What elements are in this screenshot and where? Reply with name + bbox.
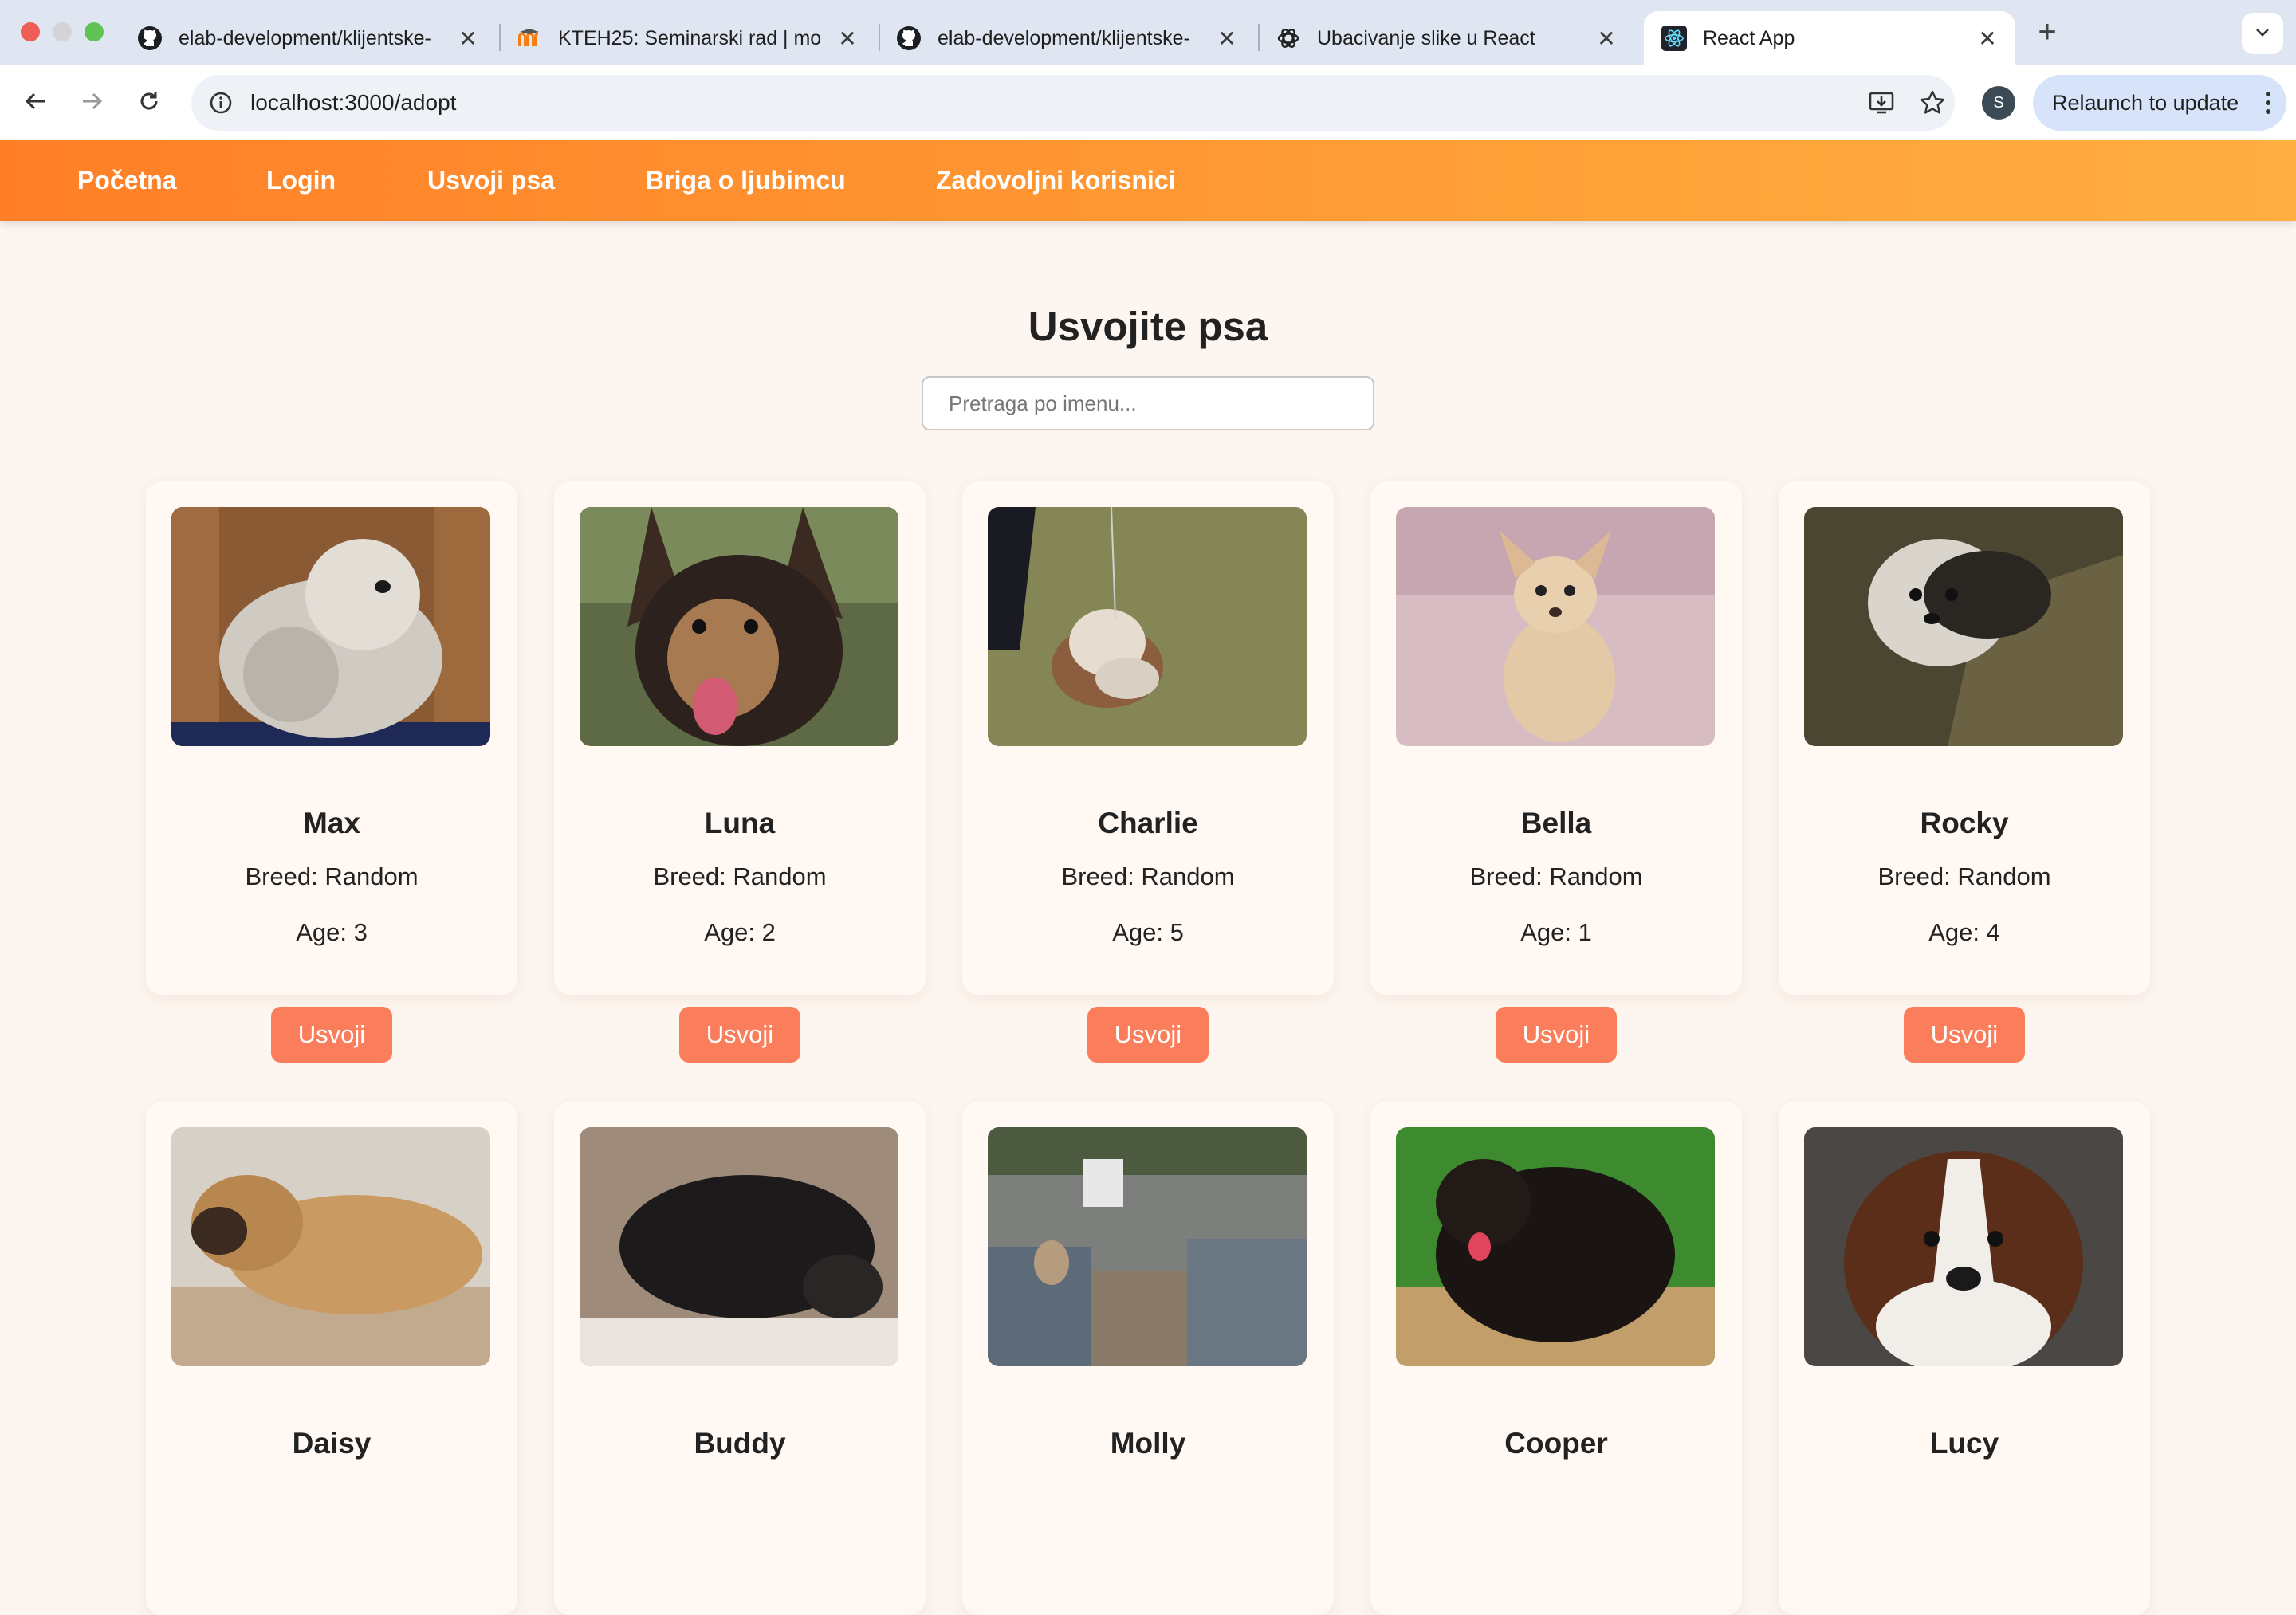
- moodle-icon: [517, 26, 542, 51]
- url-text: localhost:3000/adopt: [250, 90, 457, 115]
- install-app-icon[interactable]: [1864, 85, 1899, 120]
- github-icon: [896, 26, 922, 51]
- dog-card: Max Breed: Random Age: 3: [146, 481, 517, 995]
- dog-photo: [1396, 507, 1715, 746]
- close-tab-icon[interactable]: ✕: [456, 26, 480, 52]
- dog-card: Charlie Breed: Random Age: 5: [962, 481, 1334, 995]
- browser-toolbar: localhost:3000/adopt S Relaunch to updat…: [0, 65, 2296, 140]
- browser-tab[interactable]: elab-development/klijentske- ✕: [120, 11, 496, 65]
- close-window-button[interactable]: [21, 22, 40, 41]
- page-title: Usvojite psa: [1028, 304, 1268, 349]
- tab-title: elab-development/klijentske-: [938, 26, 1190, 49]
- address-bar[interactable]: localhost:3000/adopt: [191, 75, 1955, 131]
- dog-breed: Breed: Random: [1469, 863, 1643, 890]
- dog-age: Age: 1: [1520, 918, 1592, 946]
- dog-photo: [580, 1127, 898, 1366]
- dog-breed: Breed: Random: [245, 863, 419, 890]
- dog-photo: [1396, 1127, 1715, 1366]
- nav-link-login[interactable]: Login: [266, 166, 336, 195]
- maximize-window-button[interactable]: [85, 22, 104, 41]
- nav-link-pet-care[interactable]: Briga o ljubimcu: [646, 166, 846, 195]
- dog-name: Max: [303, 807, 360, 839]
- relaunch-button[interactable]: Relaunch to update: [2033, 75, 2286, 131]
- tab-search-button[interactable]: [2242, 13, 2283, 54]
- chevron-down-icon: [2253, 22, 2272, 45]
- dog-breed: Breed: Random: [1061, 863, 1235, 890]
- dog-photo: [988, 507, 1307, 746]
- back-button[interactable]: [18, 84, 54, 121]
- relaunch-label: Relaunch to update: [2052, 90, 2239, 115]
- dog-photo: [1804, 1127, 2123, 1366]
- nav-link-adopt[interactable]: Usvoji psa: [427, 166, 555, 195]
- github-icon: [137, 26, 163, 51]
- tab-title: Ubacivanje slike u React: [1317, 26, 1535, 49]
- adopt-button[interactable]: Usvoji: [1087, 1007, 1209, 1063]
- close-tab-icon[interactable]: ✕: [1976, 26, 1999, 52]
- browser-tab-strip: elab-development/klijentske- ✕ KTEH25: S…: [0, 0, 2296, 65]
- dog-card: Cooper: [1370, 1102, 1742, 1615]
- dog-name: Molly: [1110, 1427, 1186, 1460]
- adopt-button[interactable]: Usvoji: [1496, 1007, 1617, 1063]
- dog-age: Age: 2: [704, 918, 776, 946]
- dog-name: Charlie: [1098, 807, 1198, 839]
- site-info-icon[interactable]: [202, 84, 239, 121]
- close-tab-icon[interactable]: ✕: [835, 26, 859, 52]
- adopt-button[interactable]: Usvoji: [1904, 1007, 2025, 1063]
- bookmark-star-icon[interactable]: [1915, 85, 1950, 120]
- browser-tab[interactable]: elab-development/klijentske- ✕: [879, 11, 1255, 65]
- nav-link-home[interactable]: Početna: [77, 166, 176, 195]
- dog-breed: Breed: Random: [653, 863, 827, 890]
- tab-title: KTEH25: Seminarski rad | mo: [558, 26, 822, 49]
- dog-age: Age: 4: [1928, 918, 2000, 946]
- dog-age: Age: 3: [296, 918, 368, 946]
- search-input[interactable]: [922, 376, 1374, 430]
- react-icon: [1661, 26, 1687, 51]
- dog-photo: [171, 507, 490, 746]
- dog-photo: [1804, 507, 2123, 746]
- dog-card: Molly: [962, 1102, 1334, 1615]
- dog-photo: [988, 1127, 1307, 1366]
- dog-card: Bella Breed: Random Age: 1: [1370, 481, 1742, 995]
- arrow-right-icon: [79, 88, 104, 118]
- dog-card: Daisy: [146, 1102, 517, 1615]
- dog-card: Buddy: [554, 1102, 926, 1615]
- browser-tab[interactable]: Ubacivanje slike u React ✕: [1258, 11, 1634, 65]
- dog-card: Rocky Breed: Random Age: 4: [1779, 481, 2150, 995]
- close-tab-icon[interactable]: ✕: [1215, 26, 1239, 52]
- dog-age: Age: 5: [1112, 918, 1184, 946]
- new-tab-button[interactable]: +: [2031, 14, 2063, 51]
- close-tab-icon[interactable]: ✕: [1594, 26, 1618, 52]
- adopt-button[interactable]: Usvoji: [679, 1007, 800, 1063]
- dog-name: Rocky: [1920, 807, 2009, 839]
- dog-name: Bella: [1520, 807, 1592, 839]
- dog-name: Daisy: [292, 1427, 372, 1460]
- forward-button[interactable]: [73, 84, 110, 121]
- nav-link-testimonials[interactable]: Zadovoljni korisnici: [936, 166, 1176, 195]
- browser-tab[interactable]: KTEH25: Seminarski rad | mo ✕: [499, 11, 875, 65]
- site-navbar: Početna Login Usvoji psa Briga o ljubimc…: [0, 140, 2296, 221]
- tab-title: elab-development/klijentske-: [179, 26, 431, 49]
- chatgpt-icon: [1276, 26, 1301, 51]
- dog-name: Buddy: [694, 1427, 786, 1460]
- reload-button[interactable]: [131, 84, 167, 121]
- arrow-left-icon: [23, 88, 49, 118]
- reload-icon: [136, 88, 162, 118]
- dog-breed: Breed: Random: [1877, 863, 2051, 890]
- more-vert-icon[interactable]: [2264, 91, 2272, 115]
- dog-photo: [171, 1127, 490, 1366]
- browser-tab-active[interactable]: React App ✕: [1644, 11, 2015, 65]
- dog-name: Lucy: [1929, 1427, 1999, 1460]
- dog-card: Luna Breed: Random Age: 2: [554, 481, 926, 995]
- dog-card: Lucy: [1779, 1102, 2150, 1615]
- adopt-button[interactable]: Usvoji: [271, 1007, 392, 1063]
- dog-name: Cooper: [1504, 1427, 1608, 1460]
- minimize-window-button[interactable]: [53, 22, 72, 41]
- dog-name: Luna: [704, 807, 776, 839]
- tab-title: React App: [1703, 26, 1795, 49]
- dog-photo: [580, 507, 898, 746]
- profile-avatar[interactable]: S: [1982, 86, 2015, 120]
